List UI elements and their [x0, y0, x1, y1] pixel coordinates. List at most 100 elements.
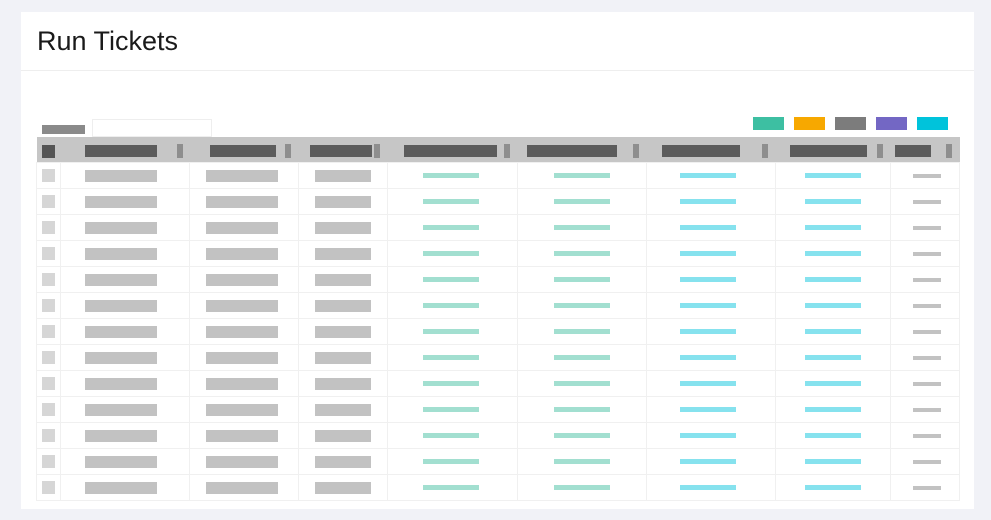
- table-row[interactable]: [35, 292, 961, 319]
- row-checkbox[interactable]: [42, 221, 55, 234]
- column-header-2[interactable]: [189, 137, 299, 163]
- table-cell: [387, 292, 518, 319]
- column-resize-handle[interactable]: [633, 144, 640, 158]
- cell-value: [912, 382, 941, 386]
- column-header-5[interactable]: [517, 137, 647, 163]
- column-resize-handle[interactable]: [176, 144, 183, 158]
- table-cell: [189, 474, 299, 501]
- row-checkbox[interactable]: [42, 429, 55, 442]
- column-header-4[interactable]: [387, 137, 518, 163]
- table-row[interactable]: [35, 422, 961, 449]
- cell-value: [206, 352, 279, 364]
- table-cell: [297, 370, 389, 397]
- row-checkbox[interactable]: [42, 481, 55, 494]
- table-row[interactable]: [35, 214, 961, 241]
- table-cell: [189, 266, 299, 293]
- cell-value: [805, 199, 862, 204]
- table-cell: [387, 162, 518, 189]
- cell-value: [206, 222, 279, 234]
- row-checkbox[interactable]: [42, 247, 55, 260]
- row-select-cell[interactable]: [35, 188, 62, 215]
- cell-value: [314, 430, 371, 442]
- row-checkbox[interactable]: [42, 455, 55, 468]
- table-row[interactable]: [35, 474, 961, 501]
- table-cell: [60, 240, 191, 267]
- table-cell: [189, 318, 299, 345]
- select-all-header[interactable]: [36, 137, 61, 163]
- table-cell: [60, 422, 191, 449]
- column-resize-handle[interactable]: [284, 144, 291, 158]
- table-cell: [387, 344, 518, 371]
- cell-value: [314, 404, 371, 416]
- column-resize-handle[interactable]: [503, 144, 510, 158]
- table-row[interactable]: [35, 188, 961, 215]
- column-header-1[interactable]: [60, 137, 190, 163]
- column-header-6[interactable]: [646, 137, 776, 163]
- cell-value: [423, 485, 480, 490]
- select-all-checkbox[interactable]: [41, 145, 55, 158]
- row-checkbox[interactable]: [42, 325, 55, 338]
- row-checkbox[interactable]: [42, 169, 55, 182]
- cell-value: [553, 355, 610, 360]
- table-row[interactable]: [35, 370, 961, 397]
- row-checkbox[interactable]: [42, 273, 55, 286]
- table-cell: [516, 162, 647, 189]
- column-resize-handle[interactable]: [946, 144, 953, 158]
- row-select-cell[interactable]: [35, 396, 62, 423]
- row-checkbox[interactable]: [42, 195, 55, 208]
- row-checkbox[interactable]: [42, 351, 55, 364]
- column-header-7[interactable]: [775, 137, 891, 163]
- table-row[interactable]: [35, 318, 961, 345]
- table-cell: [387, 188, 518, 215]
- legend-purple-swatch[interactable]: [876, 117, 907, 130]
- table-cell: [889, 292, 961, 319]
- table-cell: [189, 344, 299, 371]
- column-header-3[interactable]: [298, 137, 388, 163]
- table-cell: [297, 422, 389, 449]
- table-cell: [387, 396, 518, 423]
- table-row[interactable]: [35, 448, 961, 475]
- row-checkbox[interactable]: [42, 377, 55, 390]
- table-row[interactable]: [35, 240, 961, 267]
- filter-input[interactable]: [92, 119, 212, 137]
- cell-value: [314, 170, 371, 182]
- row-select-cell[interactable]: [35, 292, 62, 319]
- row-select-cell[interactable]: [35, 162, 62, 189]
- row-checkbox[interactable]: [42, 403, 55, 416]
- column-resize-handle[interactable]: [762, 144, 769, 158]
- row-select-cell[interactable]: [35, 344, 62, 371]
- table-row[interactable]: [35, 344, 961, 371]
- column-header-8[interactable]: [890, 137, 960, 163]
- cell-value: [85, 170, 158, 182]
- row-select-cell[interactable]: [35, 266, 62, 293]
- column-header-label: [895, 145, 932, 157]
- table-row[interactable]: [35, 396, 961, 423]
- column-resize-handle[interactable]: [876, 144, 883, 158]
- row-select-cell[interactable]: [35, 474, 62, 501]
- table-cell: [775, 344, 891, 371]
- cell-value: [553, 459, 610, 464]
- row-select-cell[interactable]: [35, 370, 62, 397]
- column-resize-handle[interactable]: [374, 144, 381, 158]
- row-select-cell[interactable]: [35, 318, 62, 345]
- table-row[interactable]: [35, 162, 961, 189]
- cell-value: [912, 304, 941, 308]
- row-checkbox[interactable]: [42, 299, 55, 312]
- legend-orange-swatch[interactable]: [794, 117, 825, 130]
- cell-value: [206, 430, 279, 442]
- cell-value: [206, 196, 279, 208]
- row-select-cell[interactable]: [35, 448, 62, 475]
- cell-value: [553, 199, 610, 204]
- table-cell: [889, 344, 961, 371]
- cell-value: [553, 381, 610, 386]
- legend-cyan-swatch[interactable]: [917, 117, 948, 130]
- table-cell: [516, 396, 647, 423]
- legend-gray-swatch[interactable]: [835, 117, 866, 130]
- row-select-cell[interactable]: [35, 240, 62, 267]
- table-cell: [516, 240, 647, 267]
- row-select-cell[interactable]: [35, 422, 62, 449]
- cell-value: [423, 329, 480, 334]
- row-select-cell[interactable]: [35, 214, 62, 241]
- legend-green-swatch[interactable]: [753, 117, 784, 130]
- table-row[interactable]: [35, 266, 961, 293]
